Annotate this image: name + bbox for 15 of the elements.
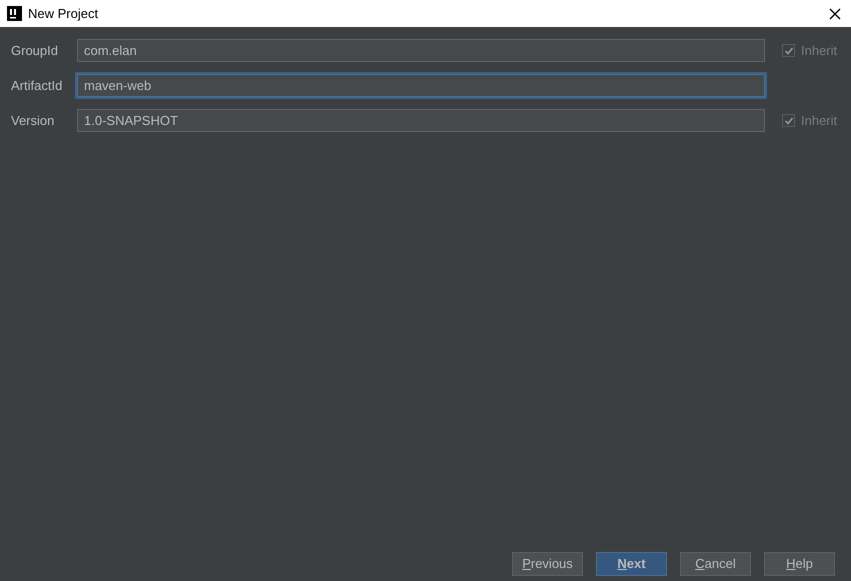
dialog-button[interactable]: Next (596, 552, 667, 576)
text-field[interactable]: com.elan (77, 39, 765, 62)
field-label: GroupId (11, 42, 59, 60)
checkbox-label: Inherit (801, 112, 838, 130)
field-label: Version (11, 112, 56, 130)
dialog-button[interactable]: Help (764, 552, 835, 576)
checkbox-label: Inherit (801, 42, 838, 60)
text-field[interactable]: maven-web (77, 74, 765, 97)
dialog-button[interactable]: Cancel (680, 552, 751, 576)
close-icon[interactable] (829, 8, 841, 20)
dialog-button[interactable]: Previous (512, 552, 583, 576)
text-field[interactable]: 1.0-SNAPSHOT (77, 109, 765, 132)
field-label: ArtifactId (11, 76, 64, 95)
window-title: New Project (28, 4, 98, 23)
app-logo-icon (7, 6, 22, 21)
